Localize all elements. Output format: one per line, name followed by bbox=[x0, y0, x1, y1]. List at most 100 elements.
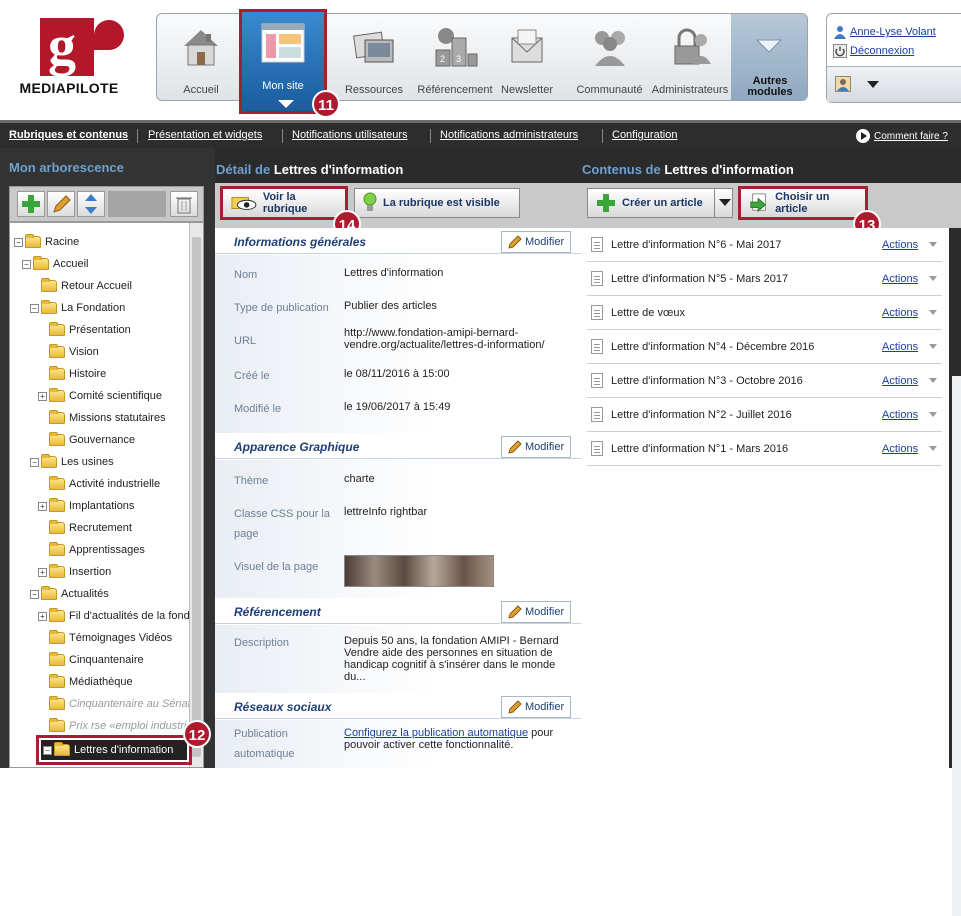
tree-panel: Mon arborescence − Racine − Accueil Retour A… bbox=[0, 148, 215, 768]
tree-node[interactable]: − Les usines bbox=[30, 453, 114, 471]
article-actions-link[interactable]: Actions bbox=[882, 307, 918, 319]
lightbulb-icon bbox=[363, 192, 377, 211]
active-indicator-icon bbox=[278, 100, 294, 108]
tab-notifications-utilisateurs[interactable]: Notifications utilisateurs bbox=[292, 129, 408, 141]
article-row[interactable]: Lettre de vœux Actions bbox=[587, 296, 942, 330]
modify-social-button[interactable]: Modifier bbox=[501, 696, 571, 718]
folder-icon bbox=[49, 322, 65, 336]
article-row[interactable]: Lettre d'information N°3 - Octobre 2016 A… bbox=[587, 364, 942, 398]
collapse-icon[interactable]: − bbox=[14, 237, 23, 247]
collapse-icon[interactable]: − bbox=[30, 303, 39, 313]
caret-down-icon[interactable] bbox=[929, 310, 937, 315]
tree-node[interactable]: Histoire bbox=[38, 365, 106, 383]
create-article-button[interactable]: Créer un article bbox=[587, 188, 733, 218]
tree-node[interactable]: Retour Accueil bbox=[30, 277, 132, 295]
logo-text: MEDIAPILOTE bbox=[19, 80, 119, 96]
article-actions-link[interactable]: Actions bbox=[882, 443, 918, 455]
module-administrateurs[interactable]: Administrateurs bbox=[649, 14, 731, 100]
trash-icon bbox=[176, 197, 192, 214]
tree-node[interactable]: − Racine bbox=[14, 233, 79, 251]
plus-icon bbox=[22, 195, 40, 213]
expand-icon[interactable]: + bbox=[38, 567, 47, 577]
tree-node[interactable]: Médiathèque bbox=[38, 673, 133, 691]
configure-autopublish-link[interactable]: Configurez la publication automatique bbox=[344, 727, 528, 739]
folder-icon bbox=[49, 652, 65, 666]
section-graphic: Apparence Graphique Modifier Thème chart… bbox=[215, 433, 581, 598]
article-row[interactable]: Lettre d'information N°4 - Décembre 2016… bbox=[587, 330, 942, 364]
page-visual-thumbnail[interactable] bbox=[344, 555, 494, 587]
move-node-button[interactable] bbox=[77, 191, 105, 217]
article-actions-link[interactable]: Actions bbox=[882, 409, 918, 421]
tree-node[interactable]: Gouvernance bbox=[38, 431, 135, 449]
expand-icon[interactable]: + bbox=[38, 611, 47, 621]
expand-icon[interactable]: + bbox=[38, 501, 47, 511]
logout-link[interactable]: Déconnexion bbox=[850, 45, 914, 57]
caret-down-icon[interactable] bbox=[929, 378, 937, 383]
article-title: Lettre d'information N°3 - Octobre 2016 bbox=[611, 374, 803, 387]
tree-node[interactable]: + Fil d'actualités de la fond bbox=[38, 607, 190, 625]
choose-article-button[interactable]: Choisir un article bbox=[738, 186, 868, 220]
tree-node[interactable]: Vision bbox=[38, 343, 99, 361]
tree-node[interactable]: Missions statutaires bbox=[38, 409, 166, 427]
tab-rubriques[interactable]: Rubriques et contenus bbox=[9, 129, 128, 141]
module-newsletter[interactable]: Newsletter bbox=[487, 14, 567, 100]
modify-seo-button[interactable]: Modifier bbox=[501, 601, 571, 623]
article-row[interactable]: Lettre d'information N°2 - Juillet 2016 A… bbox=[587, 398, 942, 432]
tree-node-selected[interactable]: − Lettres d'information bbox=[36, 735, 192, 765]
modify-graphic-button[interactable]: Modifier bbox=[501, 436, 571, 458]
module-autres[interactable]: Autres modules bbox=[731, 14, 807, 100]
tree-node[interactable]: Témoignages Vidéos bbox=[38, 629, 172, 647]
detail-content: Informations générales Modifier Nom Lett… bbox=[215, 228, 581, 768]
edit-node-button[interactable] bbox=[47, 191, 75, 217]
help-link[interactable]: Comment faire ? bbox=[856, 129, 948, 143]
tree-node[interactable]: Prix rse «emploi industriel bbox=[38, 717, 195, 735]
tree-scrollbar[interactable] bbox=[189, 223, 203, 767]
collapse-icon[interactable]: − bbox=[30, 589, 39, 599]
tree-node[interactable]: Présentation bbox=[38, 321, 131, 339]
tree-node[interactable]: Cinquantenaire au Sénat bbox=[38, 695, 191, 713]
tab-notifications-administrateurs[interactable]: Notifications administrateurs bbox=[440, 129, 578, 141]
article-row[interactable]: Lettre d'information N°5 - Mars 2017 Acti… bbox=[587, 262, 942, 296]
tree-node[interactable]: − La Fondation bbox=[30, 299, 125, 317]
delete-node-button[interactable] bbox=[170, 191, 198, 217]
article-actions-link[interactable]: Actions bbox=[882, 239, 918, 251]
tree-node[interactable]: Recrutement bbox=[38, 519, 132, 537]
tree-node[interactable]: Activité industrielle bbox=[38, 475, 160, 493]
caret-down-icon[interactable] bbox=[867, 81, 879, 89]
folder-icon bbox=[49, 520, 65, 534]
module-accueil[interactable]: Accueil bbox=[157, 14, 245, 100]
article-row[interactable]: Lettre d'information N°6 - Mai 2017 Actio… bbox=[587, 228, 942, 262]
tree-node[interactable]: + Comité scientifique bbox=[38, 387, 162, 405]
article-actions-link[interactable]: Actions bbox=[882, 273, 918, 285]
caret-down-icon[interactable] bbox=[929, 242, 937, 247]
module-communaute[interactable]: Communauté bbox=[567, 14, 652, 100]
article-row[interactable]: Lettre d'information N°1 - Mars 2016 Acti… bbox=[587, 432, 942, 466]
caret-down-icon[interactable] bbox=[719, 199, 731, 207]
document-icon bbox=[591, 305, 603, 320]
caret-down-icon[interactable] bbox=[929, 276, 937, 281]
mediapilote-logo[interactable]: g MEDIAPILOTE bbox=[10, 18, 128, 100]
tree-node[interactable]: Apprentissages bbox=[38, 541, 145, 559]
visibility-toggle-button[interactable]: La rubrique est visible bbox=[354, 188, 520, 218]
tree-node[interactable]: + Insertion bbox=[38, 563, 111, 581]
collapse-icon[interactable]: − bbox=[22, 259, 31, 269]
user-name-link[interactable]: Anne-Lyse Volant bbox=[850, 26, 936, 38]
article-actions-link[interactable]: Actions bbox=[882, 375, 918, 387]
tree-node[interactable]: − Actualités bbox=[30, 585, 109, 603]
tree-node[interactable]: − Accueil bbox=[22, 255, 88, 273]
caret-down-icon[interactable] bbox=[929, 446, 937, 451]
tree-node[interactable]: + Implantations bbox=[38, 497, 134, 515]
modify-general-button[interactable]: Modifier bbox=[501, 231, 571, 253]
caret-down-icon[interactable] bbox=[929, 412, 937, 417]
collapse-icon[interactable]: − bbox=[30, 457, 39, 467]
expand-icon[interactable]: + bbox=[38, 391, 47, 401]
tab-presentation[interactable]: Présentation et widgets bbox=[148, 129, 262, 141]
caret-down-icon[interactable] bbox=[929, 344, 937, 349]
avatar-icon[interactable] bbox=[835, 76, 851, 92]
view-section-button[interactable]: Voir la rubrique bbox=[220, 186, 348, 220]
add-node-button[interactable] bbox=[17, 191, 45, 217]
tree-node[interactable]: Cinquantenaire bbox=[38, 651, 144, 669]
article-actions-link[interactable]: Actions bbox=[882, 341, 918, 353]
tab-configuration[interactable]: Configuration bbox=[612, 129, 677, 141]
